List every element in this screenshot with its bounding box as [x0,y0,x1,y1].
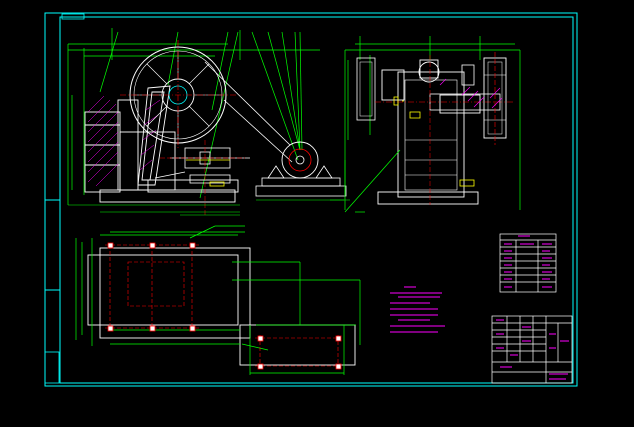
drawing-background [0,0,634,427]
cad-drawing-canvas [0,0,634,427]
